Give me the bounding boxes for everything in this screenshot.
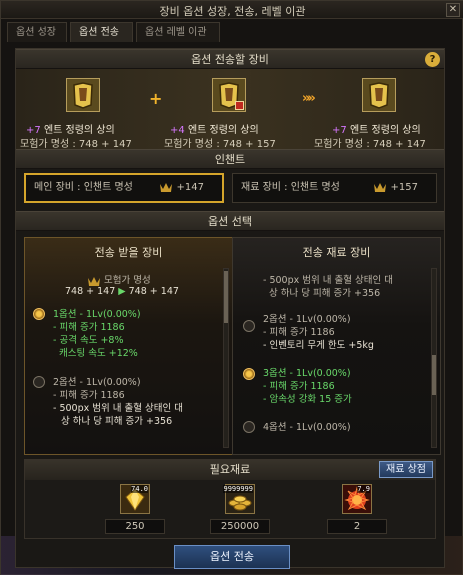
material-enchant-value-wrap: +157 [373,174,418,202]
main-enchant-box: 메인 장비 : 인챈트 명성 +147 [24,173,224,203]
red-orb-icon[interactable]: 7.9 [342,484,372,514]
fame-label: 모험가 명성 [104,275,151,286]
required-materials-title: 필요재료 [209,463,251,476]
transfer-header: 옵션 전송할 장비 ? [16,49,444,69]
main-equipment-slot[interactable] [66,78,100,112]
material-equipment-column: 전송 재료 장비 - 500px 범위 내 출혈 상태인 대 상 하나 당 피해… [232,237,441,455]
option2-line1: - 피해 증가 1186 [53,390,125,401]
scrollbar-thumb[interactable] [224,271,228,323]
receive-equipment-column: 전송 받을 장비 모험가 명성 748 + 147 ▶ 748 + 147 1옵… [24,237,233,455]
material-option2-line1: - 피해 증가 1186 [263,327,335,338]
material-option2-line2: - 인벤토리 무게 한도 +5kg [263,340,374,351]
main-equipment-name: +7 엔트 정령의 상의 [26,121,115,136]
enchant-header: 인챈트 [16,149,444,169]
main-enchant-label: 메인 장비 : 인챈트 명성 [34,182,133,193]
window-title: 장비 옵션 성장, 전송, 레벨 이관 [159,5,306,18]
main-enchant-value-wrap: +147 [159,175,204,201]
result-equipment-name: +7 엔트 정령의 상의 [332,121,421,136]
material-equipment-slot[interactable] [212,78,246,112]
material-count: 250 [105,519,165,534]
material-badge: 7.9 [357,485,370,493]
material-equipment-name: +4 엔트 정령의 상의 [170,121,259,136]
material-option2-radio[interactable] [243,320,255,332]
fame-calc-row: 748 + 147 ▶ 748 + 147 [65,286,179,297]
required-materials: 필요재료 재료 상점 74.0 250 9999999 250000 7.9 2 [24,459,436,539]
help-button[interactable]: ? [425,52,440,67]
material-enchant-box: 재료 장비 : 인챈트 명성 +157 [232,173,437,203]
material-equipment-fame: 모험가 명성 : 748 + 157 [164,139,276,150]
fame-calc-after: 748 + 147 [128,286,179,297]
main-enchant-value: +147 [176,182,204,193]
material-count: 250000 [210,519,270,534]
armor-icon [67,79,99,111]
option2-title: 2옵션 - 1Lv(0.00%) [53,377,141,388]
option1-line2: - 공격 속도 +8% [53,335,124,346]
tab-option-growth[interactable]: 옵션 성장 [7,22,67,42]
arrow-icon: »» [302,91,316,106]
close-button[interactable]: ✕ [446,3,460,17]
option-transfer-button[interactable]: 옵션 전송 [174,545,290,569]
gold-crystal-icon[interactable]: 74.0 [120,484,150,514]
fame-row: 모험가 명성 [87,272,151,287]
material-shop-button[interactable]: 재료 상점 [379,461,433,478]
material-count: 2 [327,519,387,534]
fame-icon [88,276,100,286]
material-option4-title: 4옵션 - 1Lv(0.00%) [263,422,351,433]
option1-line3: 캐스팅 속도 +12% [59,348,138,359]
material-badge: 9999999 [223,485,253,493]
option1-title: 1옵션 - 1Lv(0.00%) [53,309,141,320]
transfer-equipment-strip: +7 엔트 정령의 상의 모험가 명성 : 748 + 147 + +4 엔트 … [16,69,444,159]
option-select-header: 옵션 선택 [16,211,444,231]
material-option3-line2: - 암속성 강화 15 증가 [263,394,352,405]
receive-column-title: 전송 받을 장비 [94,246,163,259]
option2-line2: - 500px 범위 내 출혈 상태인 대 [53,403,183,414]
material-badge: 74.0 [131,485,148,493]
material-option3-radio[interactable] [243,368,255,380]
option2-line3: 상 하나 당 피해 증가 +356 [61,416,173,427]
option1-radio[interactable] [33,308,45,320]
result-equipment-slot [362,78,396,112]
right-scrollbar[interactable] [431,268,437,448]
gold-coins-icon[interactable]: 9999999 [223,484,255,514]
plus-sign: + [149,89,163,108]
left-scrollbar[interactable] [223,268,229,448]
material-option4-radio[interactable] [243,421,255,433]
option1-line1: - 피해 증가 1186 [53,322,125,333]
result-equipment-fame: 모험가 명성 : 748 + 147 [314,139,426,150]
material-column-title: 전송 재료 장비 [302,246,371,259]
fame-calc-before: 748 + 147 [65,286,116,297]
material-option2-title: 2옵션 - 1Lv(0.00%) [263,314,351,325]
required-materials-header: 필요재료 재료 상점 [25,460,435,480]
title-bar[interactable]: 장비 옵션 성장, 전송, 레벨 이관 ✕ [1,1,463,19]
material-option3-line1: - 피해 증가 1186 [263,381,335,392]
fame-icon [160,183,173,192]
main-equipment-fame: 모험가 명성 : 748 + 147 [20,139,132,150]
fame-icon [374,183,387,192]
option-window: 장비 옵션 성장, 전송, 레벨 이관 ✕ 옵션 성장 옵션 전송 옵션 레벨 … [0,0,463,575]
fame-arrow-icon: ▶ [118,286,126,297]
lock-badge-icon [235,101,244,110]
option2-radio[interactable] [33,376,45,388]
tab-option-level-transfer[interactable]: 옵션 레벨 이관 [136,22,220,42]
main-panel: 옵션 전송할 장비 ? +7 엔트 정령의 상의 모험가 명성 : 748 + … [15,48,445,568]
prev-line1: - 500px 범위 내 출혈 상태인 대 [263,275,393,286]
scrollbar-thumb[interactable] [432,355,436,395]
material-enchant-label: 재료 장비 : 인챈트 명성 [241,182,340,193]
prev-line2: 상 하나 당 피해 증가 +356 [269,288,381,299]
armor-icon [363,79,395,111]
transfer-header-label: 옵션 전송할 장비 [191,53,269,66]
material-option3-title: 3옵션 - 1Lv(0.00%) [263,368,351,379]
material-enchant-value: +157 [390,182,418,193]
tab-option-transfer[interactable]: 옵션 전송 [70,22,133,42]
